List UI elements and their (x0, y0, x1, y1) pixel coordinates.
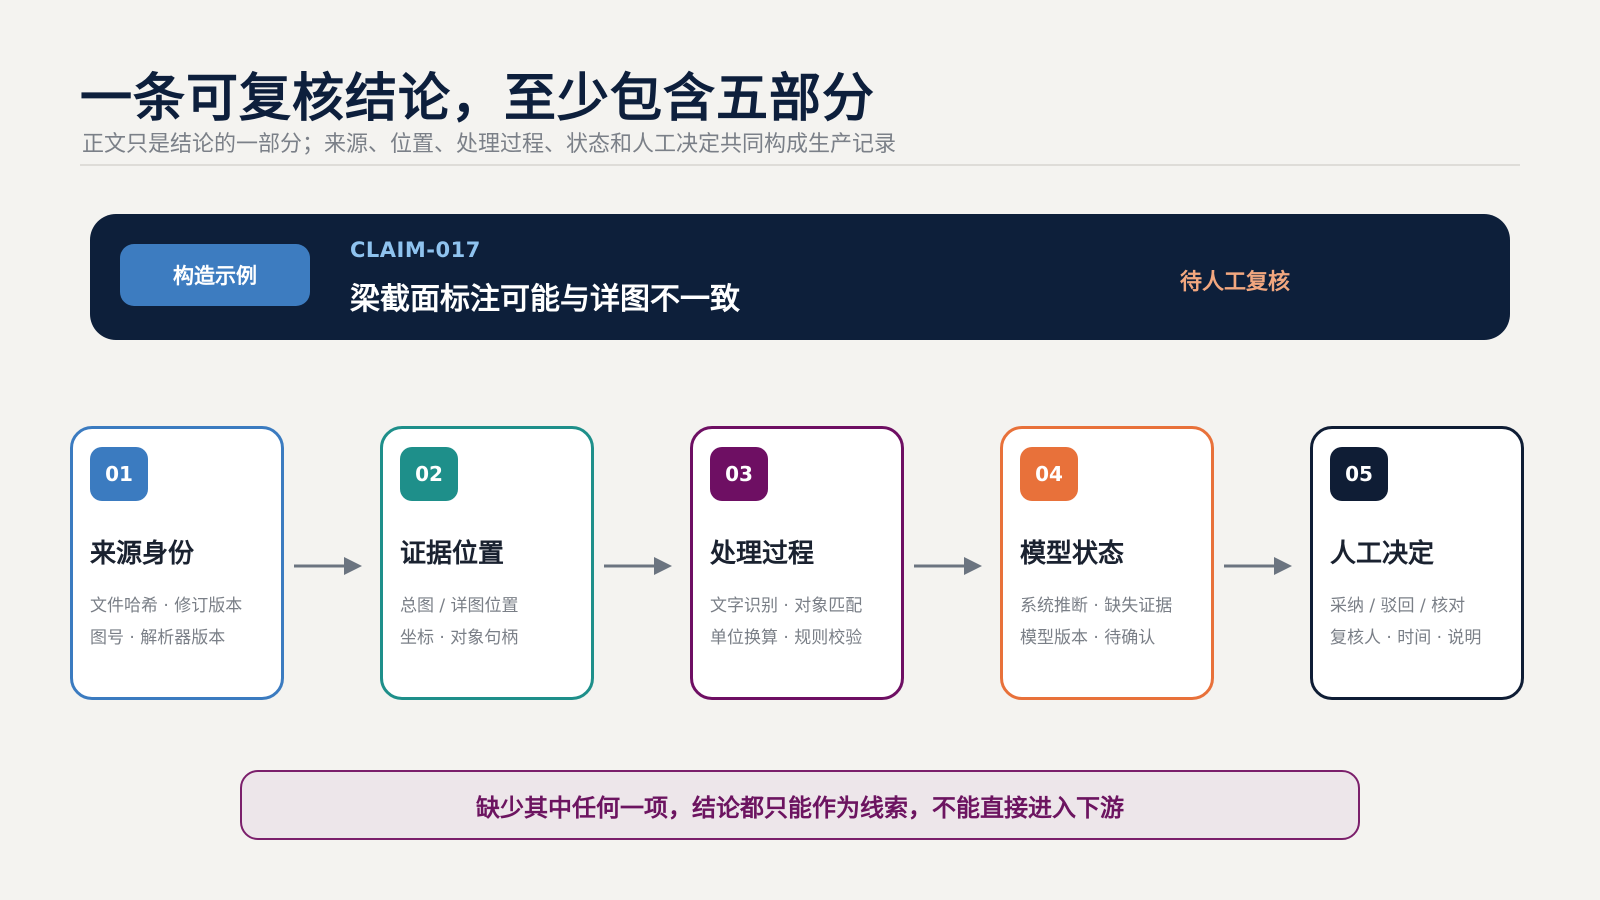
arrow-right-icon (1224, 557, 1292, 575)
step-card-model-state: 04 模型状态 系统推断 · 缺失证据 模型版本 · 待确认 (1000, 426, 1214, 700)
step-card-source: 01 来源身份 文件哈希 · 修订版本 图号 · 解析器版本 (70, 426, 284, 700)
step-detail-2: 坐标 · 对象句柄 (400, 628, 519, 648)
step-detail-2: 模型版本 · 待确认 (1020, 628, 1156, 648)
step-card-human-decision: 05 人工决定 采纳 / 驳回 / 核对 复核人 · 时间 · 说明 (1310, 426, 1524, 700)
page-title: 一条可复核结论，至少包含五部分 (80, 69, 876, 129)
claim-status: 待人工复核 (1180, 270, 1291, 295)
step-detail-1: 文件哈希 · 修订版本 (90, 596, 243, 616)
step-detail-2: 图号 · 解析器版本 (90, 628, 226, 648)
claim-title: 梁截面标注可能与详图不一致 (350, 282, 740, 317)
arrow-right-icon (604, 557, 672, 575)
step-detail-2: 单位换算 · 规则校验 (710, 628, 863, 648)
step-detail-1: 系统推断 · 缺失证据 (1020, 596, 1173, 616)
step-title: 证据位置 (400, 539, 505, 569)
divider (80, 164, 1520, 166)
step-title: 处理过程 (710, 539, 815, 569)
warning-note: 缺少其中任何一项，结论都只能作为线索，不能直接进入下游 (240, 770, 1360, 840)
claim-id: CLAIM-017 (350, 238, 481, 262)
step-number-badge: 04 (1020, 447, 1078, 501)
step-title: 来源身份 (90, 539, 195, 569)
step-detail-2: 复核人 · 时间 · 说明 (1330, 628, 1482, 648)
step-detail-1: 总图 / 详图位置 (400, 596, 519, 616)
arrow-right-icon (294, 557, 362, 575)
example-badge: 构造示例 (120, 244, 310, 306)
arrow-right-icon (914, 557, 982, 575)
step-title: 模型状态 (1020, 539, 1125, 569)
step-card-location: 02 证据位置 总图 / 详图位置 坐标 · 对象句柄 (380, 426, 594, 700)
step-card-process: 03 处理过程 文字识别 · 对象匹配 单位换算 · 规则校验 (690, 426, 904, 700)
step-number-badge: 01 (90, 447, 148, 501)
claim-banner: 构造示例 CLAIM-017 梁截面标注可能与详图不一致 待人工复核 (90, 214, 1510, 340)
step-detail-1: 采纳 / 驳回 / 核对 (1330, 596, 1466, 616)
step-number-badge: 05 (1330, 447, 1388, 501)
step-number-badge: 03 (710, 447, 768, 501)
step-title: 人工决定 (1330, 539, 1435, 569)
step-number-badge: 02 (400, 447, 458, 501)
page-subtitle: 正文只是结论的一部分；来源、位置、处理过程、状态和人工决定共同构成生产记录 (82, 132, 897, 157)
step-detail-1: 文字识别 · 对象匹配 (710, 596, 863, 616)
